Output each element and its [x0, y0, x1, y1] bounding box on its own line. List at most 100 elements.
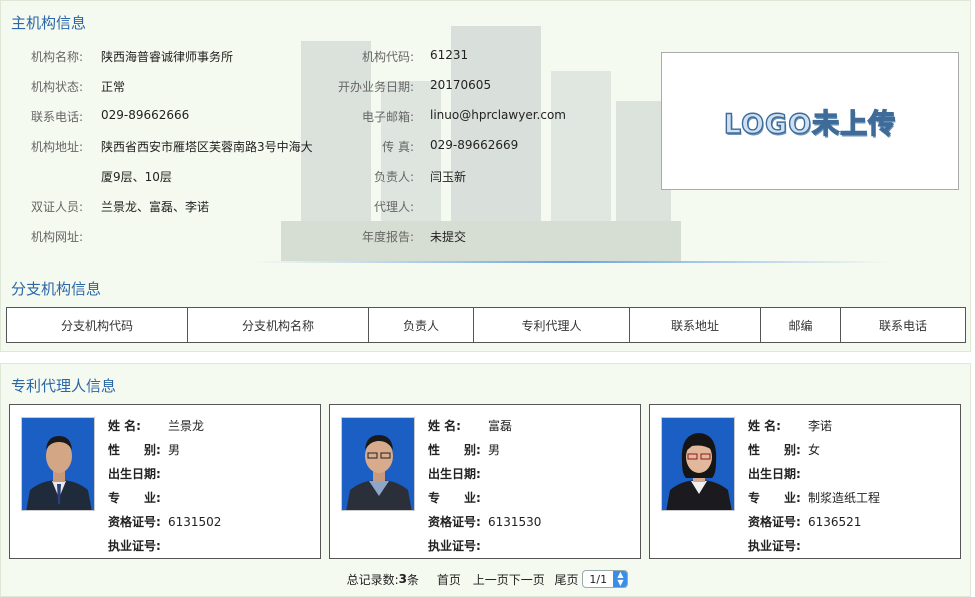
page-select-value: 1/1	[589, 573, 608, 586]
logo-text: LOGO未上传	[723, 108, 897, 140]
main-section-title: 主机构信息	[11, 14, 87, 32]
agent-qual-label: 资格证号:	[108, 515, 161, 529]
prev-page-link[interactable]: 上一页	[473, 571, 509, 588]
agent-gender-value: 男	[168, 443, 181, 457]
main-institution-panel: 主机构信息 机构名称: 陕西海普睿诚律师事务所 机构状态: 正常 联系电话: 0…	[0, 0, 971, 352]
agent-major-row: 专 业: 制浆造纸工程	[748, 489, 880, 506]
leader-value: 闫玉新	[430, 170, 467, 184]
fax-label: 传 真:	[382, 140, 414, 154]
total-records-count: 3	[398, 572, 407, 586]
institution-status-label: 机构状态:	[31, 80, 84, 94]
branch-col-name: 分支机构名称	[187, 307, 369, 343]
agent-gender-label: 性 别:	[108, 443, 161, 457]
email-value: linuo@hprclawyer.com	[430, 108, 566, 122]
agent-major-value: 制浆造纸工程	[808, 491, 881, 505]
agent-qual-value: 6131530	[488, 515, 542, 529]
section-divider	[251, 261, 891, 263]
agent-gender-label: 性 别:	[748, 443, 801, 457]
agent-label: 代理人:	[373, 200, 414, 214]
branch-col-code: 分支机构代码	[6, 307, 188, 343]
agent-card: 姓 名: 兰景龙 性 别: 男 出生日期: 专 业: 资格证号: 6131502 执业…	[9, 404, 321, 559]
agent-major-label: 专 业:	[748, 491, 801, 505]
annual-report-value: 未提交	[430, 230, 467, 244]
agent-name-value: 富磊	[488, 419, 513, 433]
agent-qual-row: 资格证号: 6136521	[748, 513, 861, 530]
agent-gender-row: 性 别: 男	[428, 441, 500, 458]
agent-birth-row: 出生日期:	[108, 465, 168, 482]
address-value-line1: 陕西省西安市雁塔区芙蓉南路3号中海大	[101, 140, 313, 154]
agent-photo	[341, 417, 415, 511]
agent-gender-value: 男	[488, 443, 501, 457]
agent-card: 姓 名: 富磊 性 别: 男 出生日期: 专 业: 资格证号: 6131530 执业证…	[329, 404, 641, 559]
branch-col-phone: 联系电话	[840, 307, 966, 343]
agent-gender-label: 性 别:	[428, 443, 481, 457]
agent-name-value: 兰景龙	[168, 419, 205, 433]
agent-name-row: 姓 名: 李诺	[748, 417, 832, 434]
agents-section-title: 专利代理人信息	[11, 377, 117, 395]
branch-col-leader: 负责人	[368, 307, 474, 343]
agent-birth-row: 出生日期:	[428, 465, 488, 482]
branch-table-header-row: 分支机构代码 分支机构名称 负责人 专利代理人 联系地址 邮编 联系电话	[6, 307, 966, 343]
open-date-label: 开办业务日期:	[337, 80, 414, 94]
institution-name-label: 机构名称:	[31, 50, 84, 64]
agent-birth-label: 出生日期:	[108, 467, 161, 481]
agent-qual-row: 资格证号: 6131530	[428, 513, 541, 530]
open-date-value: 20170605	[430, 78, 492, 92]
leader-label: 负责人:	[373, 170, 414, 184]
agent-qual-value: 6131502	[168, 515, 222, 529]
agent-major-label: 专 业:	[108, 491, 161, 505]
agent-qual-label: 资格证号:	[428, 515, 481, 529]
agent-practice-row: 执业证号:	[428, 537, 488, 554]
agent-birth-label: 出生日期:	[748, 467, 801, 481]
agent-practice-label: 执业证号:	[428, 539, 481, 553]
agent-qual-value: 6136521	[808, 515, 862, 529]
website-label: 机构网址:	[31, 230, 84, 244]
agent-birth-label: 出生日期:	[428, 467, 481, 481]
agent-major-label: 专 业:	[428, 491, 481, 505]
institution-name-value: 陕西海普睿诚律师事务所	[101, 50, 234, 64]
email-label: 电子邮箱:	[361, 110, 414, 124]
total-records-unit: 条	[407, 572, 420, 587]
agent-qual-label: 资格证号:	[748, 515, 801, 529]
fax-value: 029-89662669	[430, 138, 519, 152]
institution-code-label: 机构代码:	[361, 50, 414, 64]
agent-gender-row: 性 别: 男	[108, 441, 180, 458]
logo-placeholder: LOGO未上传	[661, 52, 959, 190]
agent-name-label: 姓 名:	[428, 419, 461, 433]
page-select[interactable]: 1/1 ▲ ▼	[582, 570, 629, 588]
agent-card: 姓 名: 李诺 性 别: 女 出生日期: 专 业: 制浆造纸工程 资格证号: 61365…	[649, 404, 961, 559]
phone-value: 029-89662666	[101, 108, 190, 122]
first-page-link[interactable]: 首页	[437, 571, 461, 588]
agent-major-row: 专 业:	[428, 489, 488, 506]
address-value-line2: 厦9层、10层	[101, 170, 172, 184]
next-page-link[interactable]: 下一页	[509, 571, 545, 588]
agent-photo	[21, 417, 95, 511]
dual-cert-label: 双证人员:	[31, 200, 84, 214]
branch-table: 分支机构代码 分支机构名称 负责人 专利代理人 联系地址 邮编 联系电话	[6, 307, 966, 343]
annual-report-label: 年度报告:	[361, 230, 414, 244]
institution-code-value: 61231	[430, 48, 469, 62]
agent-name-row: 姓 名: 富磊	[428, 417, 512, 434]
total-records-label: 总记录数:	[346, 572, 399, 587]
phone-label: 联系电话:	[31, 110, 84, 124]
branch-col-agent: 专利代理人	[473, 307, 630, 343]
agent-practice-label: 执业证号:	[748, 539, 801, 553]
agent-major-row: 专 业:	[108, 489, 168, 506]
institution-status-value: 正常	[101, 80, 126, 94]
agent-name-label: 姓 名:	[748, 419, 781, 433]
address-label: 机构地址:	[31, 140, 84, 154]
agent-practice-row: 执业证号:	[748, 537, 808, 554]
chevron-updown-icon: ▲ ▼	[613, 571, 628, 587]
agent-name-label: 姓 名:	[108, 419, 141, 433]
agent-birth-row: 出生日期:	[748, 465, 808, 482]
agent-qual-row: 资格证号: 6131502	[108, 513, 221, 530]
pagination-bar: 总记录数:3条 首页 上一页下一页 尾页 1/1 ▲ ▼	[0, 570, 975, 588]
agent-practice-label: 执业证号:	[108, 539, 161, 553]
dual-cert-value: 兰景龙、富磊、李诺	[101, 200, 210, 214]
branch-col-address: 联系地址	[629, 307, 761, 343]
agent-gender-value: 女	[808, 443, 821, 457]
agent-name-value: 李诺	[808, 419, 833, 433]
agent-name-row: 姓 名: 兰景龙	[108, 417, 204, 434]
branch-col-zipcode: 邮编	[760, 307, 841, 343]
last-page-link[interactable]: 尾页	[555, 571, 579, 588]
